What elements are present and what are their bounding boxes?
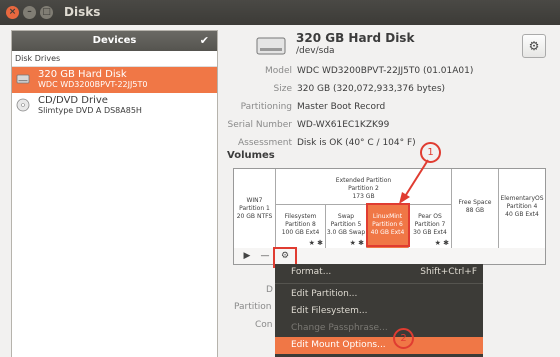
property-key: Assessment: [238, 138, 292, 148]
devices-header: Devices ✔: [12, 31, 217, 51]
annotation-highlight-partition: [366, 203, 410, 247]
menu-item-edit-filesystem[interactable]: Edit Filesystem...: [275, 303, 483, 320]
disk-properties: Model WDC WD3200BPVT-22JJ5T0 (01.01A01) …: [222, 64, 542, 154]
menu-item-label: Edit Partition...: [291, 289, 358, 299]
hard-disk-large-icon: [256, 37, 286, 55]
disks-window: × – □ Disks Devices ✔ Disk Drives 320 GB…: [0, 0, 560, 357]
partition-name: WIN7: [246, 197, 263, 204]
maximize-window-icon[interactable]: □: [40, 6, 53, 19]
sidebar-item-label: CD/DVD Drive: [38, 95, 108, 106]
gear-icon: ⚙: [528, 39, 540, 53]
partition-name: Filesystem: [284, 213, 317, 220]
partition-name: Free Space: [458, 199, 492, 206]
partition-size: 30 GB Ext4: [413, 229, 447, 236]
menu-item-change-passphrase: Change Passphrase...: [275, 320, 483, 337]
menu-item-label: Format...: [291, 267, 332, 277]
partition-number: Partition 7: [414, 221, 446, 228]
partition-number: Partition 1: [239, 205, 270, 212]
devices-header-label: Devices: [92, 35, 137, 46]
menu-item-label: Edit Filesystem...: [291, 306, 368, 316]
property-value: Disk is OK (40° C / 104° F): [297, 138, 416, 148]
sidebar-item-sublabel: WDC WD3200BPVT-22JJ5T0: [38, 80, 148, 89]
property-row: Partitioning Master Boot Record: [222, 100, 542, 118]
mount-play-icon[interactable]: ▶: [240, 249, 254, 263]
partition-swap[interactable]: Swap Partition 5 3.0 GB Swap ★ ✱: [326, 205, 367, 249]
hard-disk-icon: [16, 74, 30, 84]
partition-number: Partition 4: [506, 203, 538, 210]
detail-label: Con: [255, 320, 273, 330]
menu-item-label: Edit Mount Options...: [291, 340, 386, 350]
close-window-icon[interactable]: ×: [6, 6, 19, 19]
partition-flags-icon: ★ ✱: [349, 239, 364, 247]
sidebar-item-label: 320 GB Hard Disk: [38, 69, 127, 80]
partition-context-menu: Format... Shift+Ctrl+F Edit Partition...…: [275, 264, 483, 357]
partition-size: 88 GB: [465, 207, 485, 214]
menu-item-label: Change Passphrase...: [291, 323, 388, 333]
check-icon[interactable]: ✔: [200, 31, 209, 51]
annotation-marker-2: 2: [393, 328, 414, 349]
property-key: Size: [273, 84, 292, 94]
disk-drives-section-label: Disk Drives: [12, 51, 217, 67]
minimize-window-icon[interactable]: –: [23, 6, 36, 19]
property-row: Model WDC WD3200BPVT-22JJ5T0 (01.01A01): [222, 64, 542, 82]
partition-flags-icon: ★ ✱: [308, 239, 323, 247]
sidebar-item-optical-drive[interactable]: CD/DVD Drive Slimtype DVD A DS8A85H: [12, 93, 217, 119]
sidebar-item-hard-disk[interactable]: 320 GB Hard Disk WDC WD3200BPVT-22JJ5T0: [12, 67, 217, 93]
menu-separator: [275, 283, 483, 284]
free-space[interactable]: Free Space 88 GB: [452, 169, 499, 249]
partition-size: 3.0 GB Swap: [326, 229, 366, 236]
partition-filesystem[interactable]: Filesystem Partition 8 100 GB Ext4 ★ ✱: [276, 205, 326, 249]
menu-item-format[interactable]: Format... Shift+Ctrl+F: [275, 264, 483, 281]
partition-flags-icon: ★ ✱: [434, 239, 449, 247]
partition-size: 20 GB NTFS: [236, 213, 273, 220]
partition-size: 100 GB Ext4: [281, 229, 320, 236]
detail-label: D: [266, 285, 273, 295]
title-bar: × – □ Disks: [0, 0, 560, 25]
menu-item-shortcut: Shift+Ctrl+F: [420, 267, 477, 277]
volumes-heading: Volumes: [227, 150, 275, 161]
property-row: Size 320 GB (320,072,933,376 bytes): [222, 82, 542, 100]
property-key: Serial Number: [227, 120, 292, 130]
devices-sidebar: Devices ✔ Disk Drives 320 GB Hard Disk W…: [11, 30, 218, 357]
menu-item-edit-mount-options[interactable]: Edit Mount Options...: [275, 337, 483, 354]
partition-size: 40 GB Ext4: [505, 211, 539, 218]
sidebar-item-sublabel: Slimtype DVD A DS8A85H: [38, 106, 142, 115]
detail-label: Partition: [234, 302, 272, 312]
partition-number: Partition 5: [330, 221, 362, 228]
partition-name: ElementaryOS: [500, 195, 544, 202]
property-value: Master Boot Record: [297, 102, 386, 112]
disk-settings-button[interactable]: ⚙: [522, 34, 546, 58]
partition-number: Partition 8: [285, 221, 316, 228]
partition-pearos[interactable]: Pear OS Partition 7 30 GB Ext4 ★ ✱: [409, 205, 452, 249]
delete-partition-icon[interactable]: —: [258, 249, 272, 263]
disk-title: 320 GB Hard Disk: [296, 31, 415, 45]
menu-item-edit-partition[interactable]: Edit Partition...: [275, 286, 483, 303]
disk-device-path: /dev/sda: [296, 46, 335, 56]
optical-drive-icon: [16, 98, 30, 112]
partition-name: Pear OS: [418, 213, 442, 220]
partition-elementaryos[interactable]: ElementaryOS Partition 4 40 GB Ext4: [499, 169, 545, 249]
property-value: WD-WX61EC1KZK99: [297, 120, 390, 130]
partition-win7[interactable]: WIN7 Partition 1 20 GB NTFS: [234, 169, 276, 249]
property-value: 320 GB (320,072,933,376 bytes): [297, 84, 446, 94]
window-title: Disks: [64, 5, 101, 19]
property-row: Serial Number WD-WX61EC1KZK99: [222, 118, 542, 136]
annotation-arrow-icon: [399, 159, 429, 204]
partition-name: Swap: [337, 213, 355, 220]
property-value: WDC WD3200BPVT-22JJ5T0 (01.01A01): [297, 66, 474, 76]
property-key: Model: [264, 66, 292, 76]
property-key: Partitioning: [240, 102, 292, 112]
